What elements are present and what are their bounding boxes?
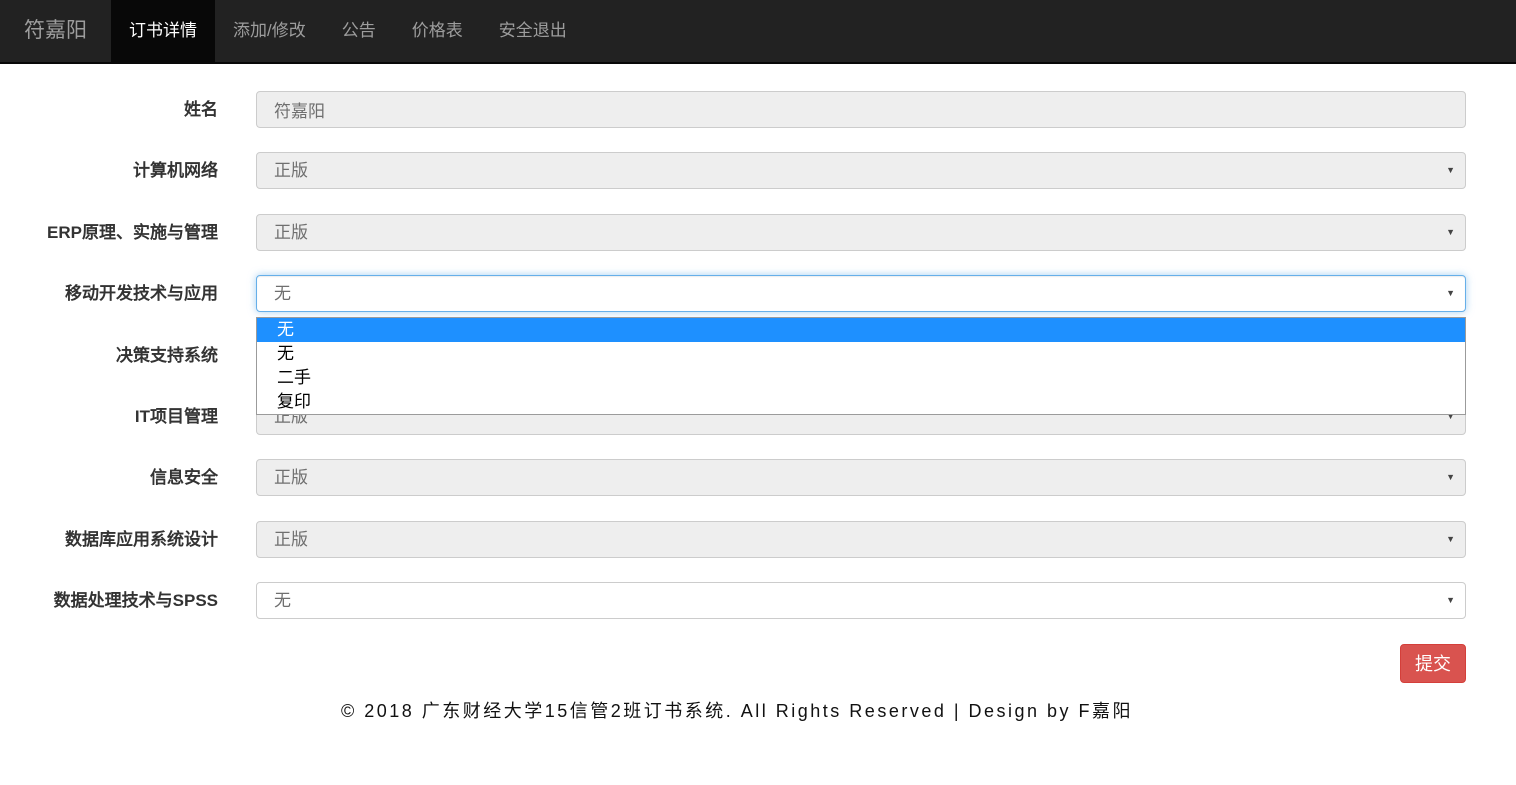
dropdown-option[interactable]: 复印 — [257, 390, 1465, 414]
order-form: 姓名 计算机网络 正版 ▼ ERP原理、实施与管理 正版 ▼ 移动开发技术与应用… — [0, 64, 1516, 683]
field-label-computer-network: 计算机网络 — [0, 152, 218, 189]
database-design-select[interactable]: 正版 — [256, 521, 1466, 558]
select-value: 正版 — [274, 468, 308, 487]
select-value: 正版 — [274, 161, 308, 180]
nav-item-order-details[interactable]: 订书详情 — [111, 0, 215, 62]
info-security-select[interactable]: 正版 — [256, 459, 1466, 496]
field-label-erp: ERP原理、实施与管理 — [0, 214, 218, 251]
nav-item-add-modify[interactable]: 添加/修改 — [215, 0, 324, 62]
form-row-erp: ERP原理、实施与管理 正版 ▼ — [0, 214, 1466, 251]
field-label-info-security: 信息安全 — [0, 459, 218, 496]
field-label-name: 姓名 — [0, 91, 218, 128]
copyright-text: © 2018 广东财经大学15信管2班订书系统. All Rights Rese… — [341, 697, 1133, 723]
nav-item-price-list[interactable]: 价格表 — [394, 0, 481, 62]
form-row-spss: 数据处理技术与SPSS 无 ▼ — [0, 582, 1466, 619]
nav-item-announcement[interactable]: 公告 — [324, 0, 394, 62]
name-input[interactable] — [256, 91, 1466, 128]
field-label-database-design: 数据库应用系统设计 — [0, 521, 218, 558]
select-value: 正版 — [274, 223, 308, 242]
navbar-brand[interactable]: 符嘉阳 — [0, 0, 111, 62]
select-value: 无 — [274, 591, 291, 610]
dropdown-option[interactable]: 二手 — [257, 366, 1465, 390]
form-row-mobile-dev: 移动开发技术与应用 无 ▼ 无 无 二手 复印 — [0, 275, 1466, 312]
form-row-database-design: 数据库应用系统设计 正版 ▼ — [0, 521, 1466, 558]
footer: © 2018 广东财经大学15信管2班订书系统. All Rights Rese… — [0, 697, 1516, 723]
nav-item-logout[interactable]: 安全退出 — [481, 0, 585, 62]
spss-select[interactable]: 无 — [256, 582, 1466, 619]
erp-select[interactable]: 正版 — [256, 214, 1466, 251]
field-label-it-project: IT项目管理 — [0, 398, 218, 435]
field-label-decision-support: 决策支持系统 — [0, 337, 218, 374]
form-row-info-security: 信息安全 正版 ▼ — [0, 459, 1466, 496]
navbar: 符嘉阳 订书详情 添加/修改 公告 价格表 安全退出 — [0, 0, 1516, 64]
mobile-dev-select[interactable]: 无 — [256, 275, 1466, 312]
field-label-mobile-dev: 移动开发技术与应用 — [0, 275, 218, 312]
submit-button[interactable]: 提交 — [1400, 644, 1466, 683]
select-value: 无 — [274, 284, 291, 303]
computer-network-select[interactable]: 正版 — [256, 152, 1466, 189]
dropdown-option[interactable]: 无 — [257, 342, 1465, 366]
select-dropdown-list: 无 无 二手 复印 — [256, 317, 1466, 415]
select-value: 正版 — [274, 530, 308, 549]
dropdown-option-highlighted[interactable]: 无 — [257, 318, 1465, 342]
form-row-name: 姓名 — [0, 91, 1466, 128]
form-row-computer-network: 计算机网络 正版 ▼ — [0, 152, 1466, 189]
field-label-spss: 数据处理技术与SPSS — [0, 582, 218, 619]
